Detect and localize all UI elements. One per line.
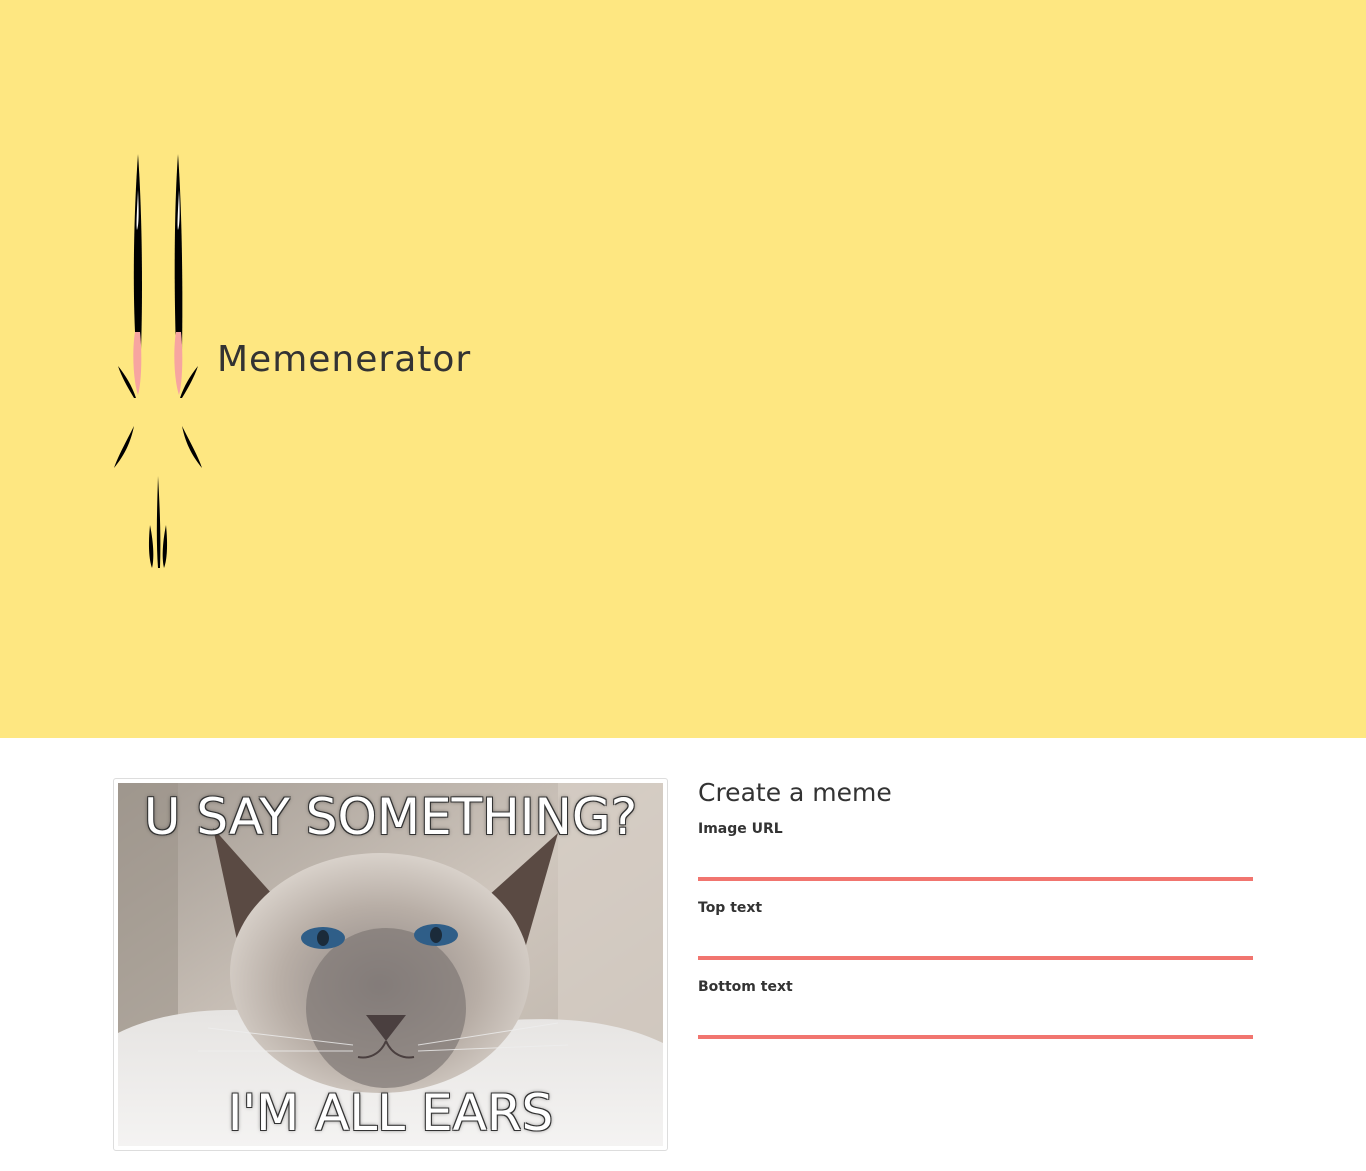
form-title: Create a meme: [698, 778, 892, 807]
meme-top-text: U SAY SOMETHING?: [143, 788, 638, 846]
bottom-text-input[interactable]: [698, 996, 1253, 1039]
cat-face-icon: [114, 154, 202, 568]
image-url-label: Image URL: [698, 821, 783, 837]
create-meme-form: Create a meme Image URL Top text Bottom …: [698, 778, 1253, 1057]
meme-bottom-text: I'M ALL EARS: [227, 1084, 554, 1142]
meme-canvas: U SAY SOMETHING? I'M ALL EARS: [118, 783, 663, 1146]
top-text-label: Top text: [698, 900, 763, 916]
hero-header: Memenerator: [0, 0, 1366, 738]
image-url-input[interactable]: [698, 838, 1253, 881]
main-content: U SAY SOMETHING? I'M ALL EARS Create a m…: [0, 738, 1366, 1171]
brand-title[interactable]: Memenerator: [217, 338, 471, 382]
bottom-text-label: Bottom text: [698, 979, 793, 995]
top-text-input[interactable]: [698, 917, 1253, 960]
meme-preview: U SAY SOMETHING? I'M ALL EARS: [113, 778, 668, 1151]
